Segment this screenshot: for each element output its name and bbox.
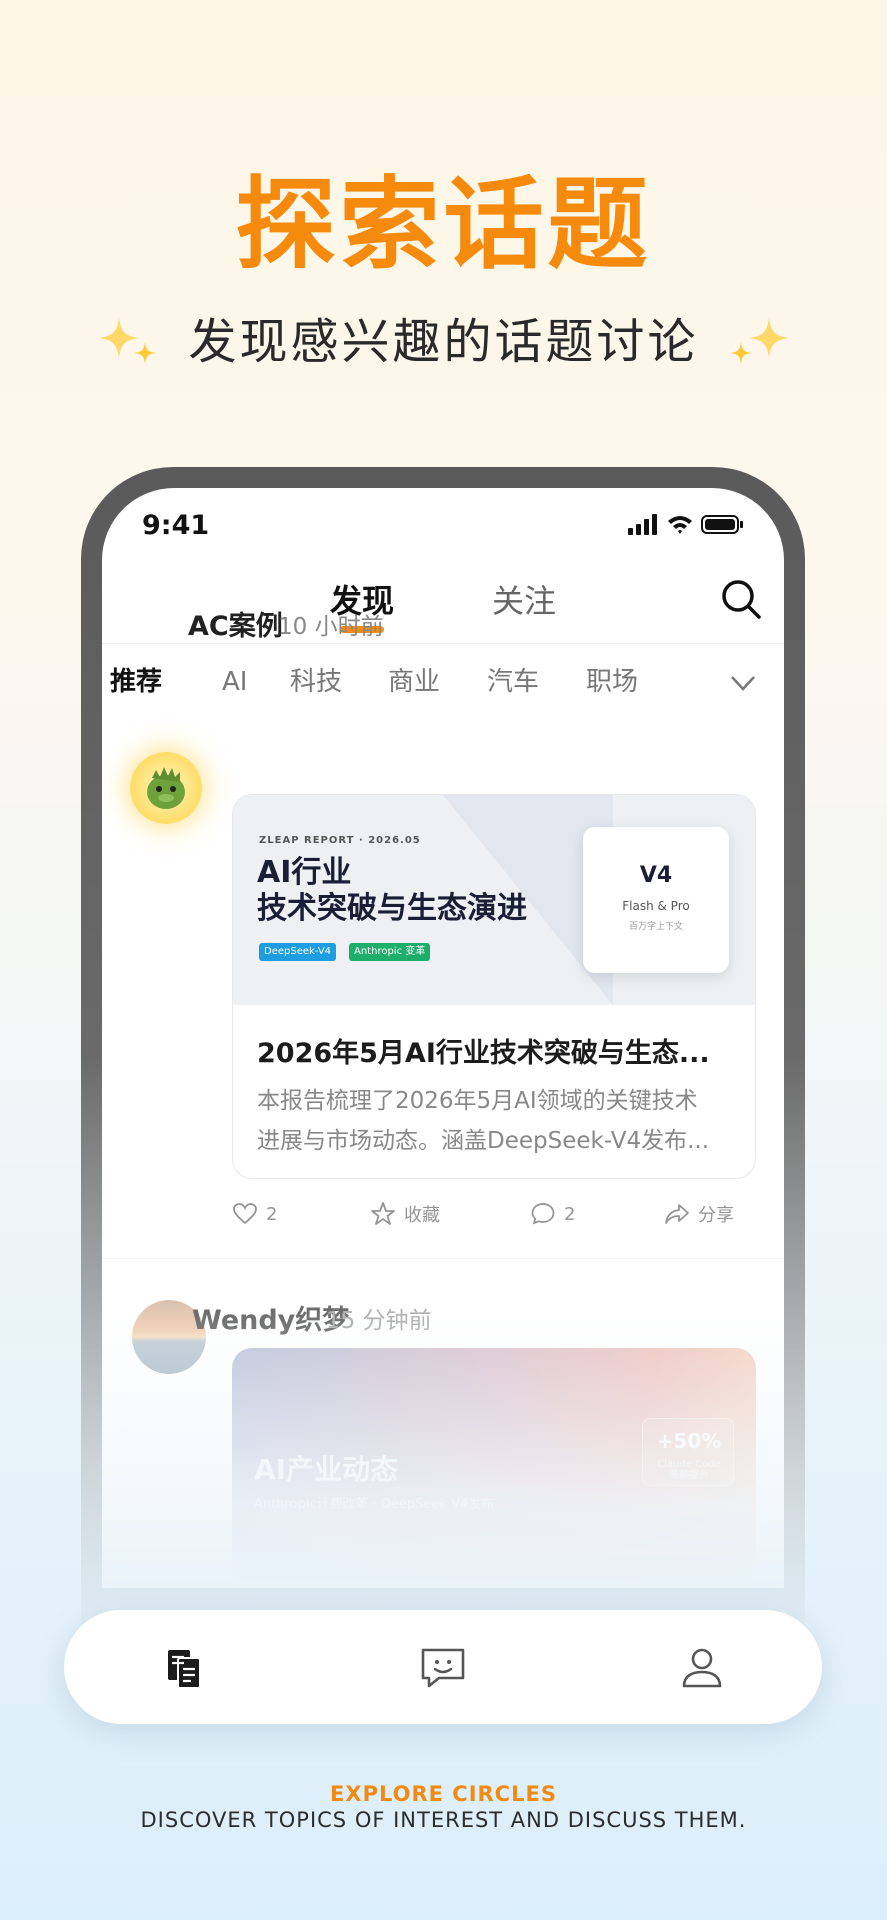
cover-title: AI产业动态: [254, 1453, 399, 1486]
bottom-nav: [64, 1610, 822, 1724]
cover-title-line2: 技术突破与生态演进: [257, 891, 527, 926]
profile-icon[interactable]: [674, 1640, 730, 1696]
cover-kicker: ZLEAP REPORT · 2026.05: [259, 835, 421, 846]
footer-title: EXPLORE CIRCLES: [330, 1782, 557, 1806]
cover-badge-title: V4: [639, 863, 673, 888]
category-business[interactable]: 商业: [388, 660, 440, 704]
wifi-icon: [668, 516, 692, 534]
like-count: 2: [266, 1203, 278, 1225]
post-card[interactable]: AI产业动态 Anthropic计费改革 · DeepSeek V4发布 +50…: [232, 1348, 756, 1588]
sparkle-icon: [730, 318, 789, 364]
comment-button[interactable]: 2: [530, 1196, 575, 1232]
category-bar: 推荐 AI 科技 商业 汽车 职场: [102, 660, 784, 710]
post-author[interactable]: AC案例: [188, 604, 283, 643]
signal-icon: [628, 528, 633, 535]
status-time: 9:41: [142, 510, 210, 541]
heart-icon: [233, 1203, 257, 1225]
feed-icon[interactable]: [156, 1640, 212, 1696]
post-excerpt-line: 进展与市场动态。涵盖DeepSeek-V4发布...: [257, 1128, 710, 1154]
post-actions: 2 收藏 2 分享: [232, 1196, 756, 1236]
post-excerpt-line: 本报告梳理了2026年5月AI领域的关键技术: [257, 1088, 698, 1114]
cover-badge-subtitle: Flash & Pro: [622, 899, 690, 913]
cover-stat-value: +50%: [656, 1429, 722, 1453]
cover-stat-caption-line: 限额提升: [669, 1470, 709, 1481]
chevron-down-icon[interactable]: [728, 668, 758, 698]
post-card[interactable]: ZLEAP REPORT · 2026.05 AI行业 技术突破与生态演进 De…: [232, 794, 756, 1179]
share-label: 分享: [698, 1205, 734, 1226]
cover-subtitle: Anthropic计费改革 · DeepSeek V4发布: [254, 1497, 495, 1512]
post-title: 2026年5月AI行业技术突破与生态...: [257, 1038, 710, 1069]
post-excerpt: 本报告梳理了2026年5月AI领域的关键技术 进展与市场动态。涵盖DeepSee…: [257, 1081, 737, 1161]
category-ai[interactable]: AI: [222, 660, 247, 704]
divider: [102, 643, 784, 644]
message-icon[interactable]: [415, 1640, 471, 1696]
category-tech[interactable]: 科技: [290, 660, 342, 704]
category-career[interactable]: 职场: [586, 660, 638, 704]
search-icon[interactable]: [718, 576, 764, 622]
avatar[interactable]: [130, 752, 202, 824]
cover-stat-caption-line: Claude Code: [657, 1459, 721, 1470]
cover-stat-caption: Claude Code 限额提升: [643, 1459, 735, 1481]
like-button[interactable]: 2: [232, 1196, 277, 1232]
favorite-button[interactable]: 收藏: [370, 1196, 440, 1232]
status-icons: [628, 514, 743, 535]
tab-follow[interactable]: 关注: [492, 576, 556, 626]
post-time: 15 分钟前: [326, 1308, 432, 1334]
cover-tag: DeepSeek-V4: [259, 943, 337, 961]
post-time: 10 小时前: [278, 614, 384, 640]
category-auto[interactable]: 汽车: [487, 660, 539, 704]
divider: [102, 1258, 784, 1259]
cover-title-line1: AI行业: [257, 855, 352, 890]
footer-subtitle: DISCOVER TOPICS OF INTEREST AND DISCUSS …: [140, 1808, 747, 1832]
cover-stat-box: +50% Claude Code 限额提升: [642, 1418, 734, 1486]
share-icon: [665, 1204, 689, 1224]
favorite-label: 收藏: [404, 1205, 440, 1226]
share-button[interactable]: 分享: [664, 1196, 734, 1232]
cover-tag: Anthropic 变革: [349, 943, 431, 961]
category-recommend[interactable]: 推荐: [110, 660, 162, 704]
star-icon: [371, 1202, 395, 1225]
post-cover: ZLEAP REPORT · 2026.05 AI行业 技术突破与生态演进 De…: [233, 795, 755, 1005]
cover-badge-caption: 百万字上下文: [628, 922, 683, 932]
dinosaur-avatar-icon: [147, 767, 185, 809]
comment-count: 2: [564, 1203, 576, 1225]
hero-title: 探索话题: [235, 166, 652, 283]
phone-screen: 9:41 发现 关注 推荐 AI 科技 商业 汽车 职场 AC案例 10 小时前…: [102, 488, 784, 1588]
comment-icon: [531, 1203, 555, 1225]
cover-badge-box: V4 Flash & Pro 百万字上下文: [583, 827, 729, 973]
